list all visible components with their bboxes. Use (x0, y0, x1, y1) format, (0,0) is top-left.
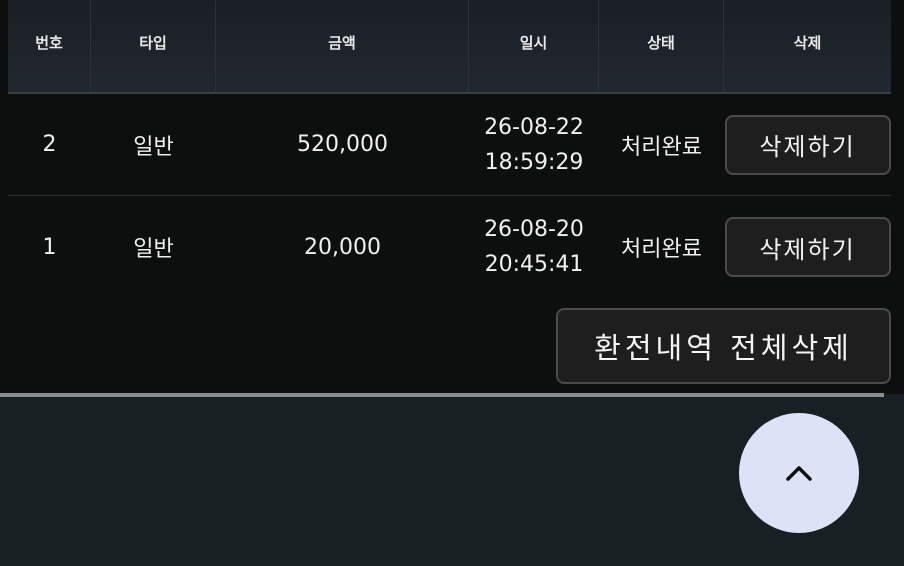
table-row: 1 일반 20,000 26-08-20 20:45:41 처리완료 삭제하기 (8, 196, 891, 298)
cell-delete: 삭제하기 (724, 94, 891, 195)
header-datetime: 일시 (469, 0, 599, 92)
header-amount: 금액 (216, 0, 469, 92)
cell-time: 18:59:29 (484, 149, 584, 175)
cell-type: 일반 (133, 237, 174, 262)
cell-datetime: 26-08-22 18:59:29 (469, 94, 599, 195)
cell-amount: 20,000 (304, 234, 381, 260)
cell-status: 처리완료 (621, 237, 702, 262)
cell-type: 일반 (133, 134, 174, 160)
cell-date: 26-08-20 (484, 217, 584, 242)
header-delete: 삭제 (793, 33, 822, 52)
delete-row-button[interactable]: 삭제하기 (724, 217, 891, 277)
horizontal-scrollbar[interactable] (0, 393, 884, 397)
cell-no: 2 (42, 132, 57, 157)
header-type: 타입 (91, 0, 216, 92)
exchange-history-panel: 번호 타입 금액 일시 상태 삭제 2 일반 520,000 26-08-22 … (0, 0, 904, 394)
exchange-history-table: 번호 타입 금액 일시 상태 삭제 2 일반 520,000 26-08-22 … (8, 0, 891, 394)
cell-datetime: 26-08-20 20:45:41 (469, 196, 599, 298)
header-status: 상태 (599, 0, 724, 92)
delete-row-button[interactable]: 삭제하기 (724, 114, 891, 175)
chevron-up-icon (786, 466, 812, 481)
cell-date: 26-08-22 (484, 114, 584, 140)
cell-no: 1 (42, 234, 57, 260)
table-header: 번호 타입 금액 일시 상태 삭제 (8, 0, 891, 94)
cell-time: 20:45:41 (484, 252, 584, 277)
cell-amount: 520,000 (297, 132, 388, 157)
cell-delete: 삭제하기 (724, 196, 891, 298)
header-no: 번호 (8, 0, 91, 92)
cell-status: 처리완료 (621, 134, 702, 160)
delete-all-history-button[interactable]: 환전내역 전체삭제 (556, 308, 891, 384)
scroll-to-top-button[interactable] (739, 413, 859, 533)
table-row: 2 일반 520,000 26-08-22 18:59:29 처리완료 삭제하기 (8, 94, 891, 196)
